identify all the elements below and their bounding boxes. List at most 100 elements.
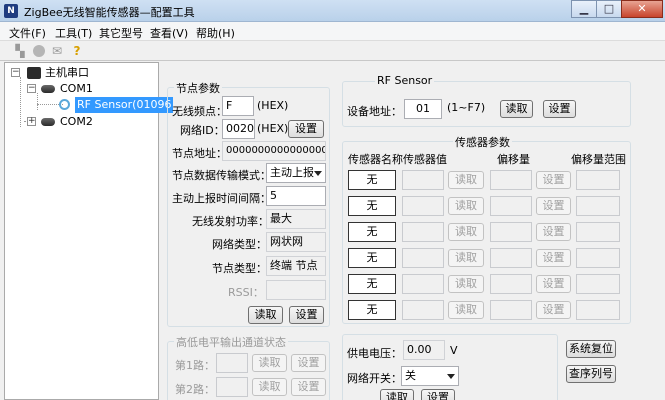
- offset-input[interactable]: [490, 196, 532, 216]
- sensor-icon: [59, 99, 70, 110]
- tree-item-label: COM1: [60, 82, 93, 95]
- offset-input[interactable]: [490, 248, 532, 268]
- sensor-read-button[interactable]: 读取: [448, 275, 484, 293]
- serial-port-icon: [41, 85, 55, 93]
- transfer-mode-select[interactable]: 主动上报: [266, 163, 326, 183]
- sensor-name-field: 无: [348, 300, 396, 320]
- tree-item-rf-sensor[interactable]: RF Sensor(01096: [59, 97, 174, 113]
- network-id-unit: (HEX): [257, 122, 289, 135]
- node-set-button[interactable]: 设置: [289, 306, 324, 324]
- tree-item-label: COM2: [60, 115, 93, 128]
- report-interval-label: 主动上报时间间隔：: [172, 192, 271, 205]
- network-id-input[interactable]: 0020: [222, 119, 255, 139]
- menu-help[interactable]: 帮助(H): [196, 25, 235, 41]
- device-address-set-button[interactable]: 设置: [543, 100, 576, 118]
- tx-power-label: 无线发射功率：: [192, 215, 269, 228]
- sensor-name-field: 无: [348, 248, 396, 268]
- power-read-button[interactable]: 读取: [380, 389, 414, 400]
- channel-1-label: 第1路：: [175, 359, 215, 372]
- rssi-label: RSSI：: [228, 286, 264, 299]
- toolbar: ▚ ✉ ?: [0, 41, 665, 61]
- sensor-set-button[interactable]: 设置: [536, 197, 571, 215]
- sensor-set-button[interactable]: 设置: [536, 223, 571, 241]
- channel-1-field: [216, 353, 248, 373]
- column-header-offset-range: 偏移量范围: [571, 153, 626, 166]
- collapse-icon[interactable]: −: [11, 68, 20, 77]
- tree-item-com2[interactable]: + COM2: [27, 114, 147, 130]
- report-interval-input[interactable]: 5: [266, 186, 326, 206]
- offset-range-field: [576, 170, 620, 190]
- network-icon: [27, 67, 41, 79]
- column-header-sensor-value: 传感器值: [403, 153, 447, 166]
- window-title: ZigBee无线智能传感器—配置工具: [24, 6, 195, 19]
- offset-input[interactable]: [490, 222, 532, 242]
- chevron-down-icon: [314, 171, 322, 176]
- frequency-input[interactable]: F: [222, 96, 254, 116]
- voltage-unit: V: [450, 344, 458, 357]
- group-title: 高低电平输出通道状态: [174, 334, 288, 350]
- network-switch-select[interactable]: 关: [401, 366, 459, 386]
- offset-input[interactable]: [490, 300, 532, 320]
- collapse-icon[interactable]: −: [27, 84, 36, 93]
- channel-1-read-button[interactable]: 读取: [252, 354, 287, 372]
- help-icon[interactable]: ?: [70, 44, 84, 58]
- column-header-sensor-name: 传感器名称: [348, 153, 403, 166]
- group-title: RF Sensor: [375, 74, 435, 87]
- system-reset-button[interactable]: 系统复位: [566, 340, 616, 358]
- title-bar: N ZigBee无线智能传感器—配置工具 ▁ □ ✕: [0, 0, 665, 22]
- tree-item-host-port[interactable]: − 主机串口: [11, 65, 151, 81]
- network-type-field: 网状网: [266, 232, 326, 252]
- device-address-input[interactable]: 01: [404, 99, 442, 119]
- address-label: 节点地址：: [172, 147, 227, 160]
- device-address-read-button[interactable]: 读取: [500, 100, 533, 118]
- sensor-name-field: 无: [348, 196, 396, 216]
- send-icon[interactable]: ✉: [50, 44, 64, 58]
- sensor-read-button[interactable]: 读取: [448, 171, 484, 189]
- offset-range-field: [576, 300, 620, 320]
- power-set-button[interactable]: 设置: [421, 389, 455, 400]
- chevron-down-icon: [447, 374, 455, 379]
- device-address-label: 设备地址：: [347, 105, 402, 118]
- menu-file[interactable]: 文件(F): [9, 25, 46, 41]
- group-title: 传感器参数: [453, 134, 512, 150]
- node-type-label: 节点类型：: [212, 262, 267, 275]
- offset-input[interactable]: [490, 170, 532, 190]
- rssi-field: [266, 280, 326, 300]
- channel-2-read-button[interactable]: 读取: [252, 378, 287, 396]
- network-switch-label: 网络开关：: [347, 372, 402, 385]
- sensor-set-button[interactable]: 设置: [536, 171, 571, 189]
- sensor-read-button[interactable]: 读取: [448, 301, 484, 319]
- sensor-set-button[interactable]: 设置: [536, 249, 571, 267]
- voltage-field: 0.00: [403, 340, 445, 360]
- menu-bar: 文件(F) 工具(T) 其它型号 查看(V) 帮助(H): [0, 22, 665, 41]
- minimize-button[interactable]: ▁: [571, 0, 597, 18]
- open-port-icon[interactable]: ▚: [13, 44, 27, 58]
- transfer-mode-label: 节点数据传输模式：: [172, 169, 271, 182]
- query-serial-button[interactable]: 查序列号: [566, 365, 616, 383]
- stop-icon[interactable]: [33, 45, 45, 57]
- offset-input[interactable]: [490, 274, 532, 294]
- sensor-read-button[interactable]: 读取: [448, 223, 484, 241]
- menu-other-models[interactable]: 其它型号: [99, 25, 143, 41]
- expand-icon[interactable]: +: [27, 117, 36, 126]
- maximize-button[interactable]: □: [596, 0, 622, 18]
- channel-1-set-button[interactable]: 设置: [291, 354, 326, 372]
- menu-view[interactable]: 查看(V): [150, 25, 188, 41]
- sensor-read-button[interactable]: 读取: [448, 249, 484, 267]
- tree-item-com1[interactable]: − COM1: [27, 81, 147, 97]
- offset-range-field: [576, 274, 620, 294]
- sensor-value-field: [402, 222, 444, 242]
- channel-2-set-button[interactable]: 设置: [291, 378, 326, 396]
- sensor-read-button[interactable]: 读取: [448, 197, 484, 215]
- network-id-set-button[interactable]: 设置: [288, 120, 324, 138]
- sensor-set-button[interactable]: 设置: [536, 301, 571, 319]
- node-read-button[interactable]: 读取: [248, 306, 283, 324]
- close-button[interactable]: ✕: [621, 0, 663, 18]
- menu-tools[interactable]: 工具(T): [55, 25, 92, 41]
- sensor-set-button[interactable]: 设置: [536, 275, 571, 293]
- channel-2-field: [216, 377, 248, 397]
- sensor-name-field: 无: [348, 274, 396, 294]
- channel-2-label: 第2路：: [175, 383, 215, 396]
- sensor-value-field: [402, 274, 444, 294]
- sensor-name-field: 无: [348, 170, 396, 190]
